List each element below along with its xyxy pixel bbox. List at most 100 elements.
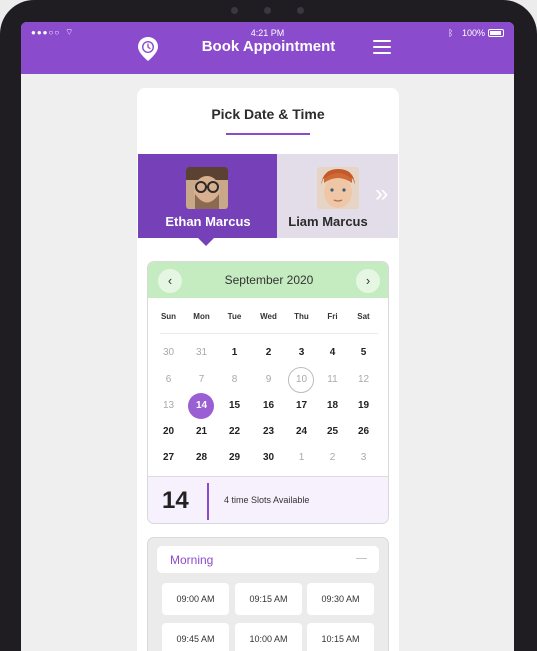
calendar-day[interactable]: 9 bbox=[252, 367, 285, 393]
calendar-day[interactable]: 3 bbox=[347, 445, 380, 471]
day-number: 15 bbox=[228, 400, 241, 411]
time-slots-panel: Morning 09:00 AM 09:15 AM 09:30 AM 09:45… bbox=[147, 537, 389, 651]
weekday-label: Thu bbox=[294, 312, 309, 321]
time-slot-button[interactable]: 09:00 AM bbox=[162, 583, 229, 615]
calendar-day[interactable]: 1 bbox=[218, 340, 251, 366]
calendar-day[interactable]: 15 bbox=[218, 393, 251, 419]
time-slot-button[interactable]: 10:00 AM bbox=[235, 623, 302, 651]
day-number: 14 bbox=[195, 400, 208, 411]
day-number: 3 bbox=[360, 452, 367, 463]
calendar-day[interactable]: 28 bbox=[185, 445, 218, 471]
calendar-day[interactable]: 1 bbox=[285, 445, 318, 471]
chevron-double-right-icon[interactable]: » bbox=[375, 180, 388, 208]
day-number: 30 bbox=[262, 452, 275, 463]
calendar-day[interactable]: 10 bbox=[285, 367, 318, 393]
weekday-divider bbox=[160, 333, 378, 334]
calendar-day[interactable]: 14 bbox=[185, 393, 218, 419]
camera-dot bbox=[264, 7, 271, 14]
day-number: 16 bbox=[262, 400, 275, 411]
day-number: 18 bbox=[326, 400, 339, 411]
calendar-day[interactable]: 18 bbox=[316, 393, 349, 419]
calendar-day[interactable]: 12 bbox=[347, 367, 380, 393]
calendar-day[interactable]: 26 bbox=[347, 419, 380, 445]
clock-pin-logo-icon[interactable] bbox=[137, 36, 159, 62]
calendar-day[interactable]: 23 bbox=[252, 419, 285, 445]
calendar-header: ‹ September 2020 › bbox=[148, 262, 388, 298]
morning-section-header[interactable]: Morning bbox=[157, 546, 379, 573]
day-number: 8 bbox=[231, 374, 238, 385]
doctor-tab-ethan[interactable]: Ethan Marcus bbox=[138, 154, 278, 246]
page-title: Book Appointment bbox=[201, 38, 336, 55]
calendar-day[interactable]: 3 bbox=[285, 340, 318, 366]
day-number: 5 bbox=[360, 347, 367, 358]
time-slot-button[interactable]: 09:15 AM bbox=[235, 583, 302, 615]
day-number: 10 bbox=[295, 374, 308, 385]
day-number: 2 bbox=[329, 452, 336, 463]
calendar-day[interactable]: 24 bbox=[285, 419, 318, 445]
weekday-label: Tue bbox=[227, 312, 242, 321]
calendar-day[interactable]: 30 bbox=[152, 340, 185, 366]
weekday-label: Mon bbox=[193, 312, 210, 321]
collapse-minus-icon[interactable] bbox=[356, 558, 367, 559]
tablet-frame: ●●●○○ ⌔ 4:21 PM ᛒ 100% Book Appointment … bbox=[0, 0, 537, 651]
avatar bbox=[317, 167, 359, 209]
next-month-button[interactable]: › bbox=[356, 269, 380, 293]
chevron-left-icon: ‹ bbox=[167, 273, 173, 288]
calendar-day[interactable]: 19 bbox=[347, 393, 380, 419]
day-number: 22 bbox=[228, 426, 241, 437]
weekday-label: Sat bbox=[357, 312, 370, 321]
doctor-name: Ethan Marcus bbox=[165, 214, 251, 229]
time-slot-button[interactable]: 09:45 AM bbox=[162, 623, 229, 651]
summary-divider bbox=[207, 483, 209, 520]
tablet-bezel bbox=[0, 0, 537, 24]
hamburger-menu-icon[interactable] bbox=[373, 40, 391, 54]
day-number: 4 bbox=[329, 347, 336, 358]
weekday-label: Fri bbox=[327, 312, 338, 321]
doctor-photo bbox=[186, 167, 228, 209]
day-number: 24 bbox=[295, 426, 308, 437]
day-number: 20 bbox=[162, 426, 175, 437]
day-number: 7 bbox=[198, 374, 205, 385]
day-number: 27 bbox=[162, 452, 175, 463]
time-slot-button[interactable]: 09:30 AM bbox=[307, 583, 374, 615]
section-title: Morning bbox=[170, 553, 214, 567]
app-header: ●●●○○ ⌔ 4:21 PM ᛒ 100% Book Appointment bbox=[21, 22, 514, 74]
calendar-day[interactable]: 6 bbox=[152, 367, 185, 393]
calendar-day[interactable]: 27 bbox=[152, 445, 185, 471]
slots-available-text: 4 time Slots Available bbox=[224, 495, 310, 505]
selected-date-summary: 14 4 time Slots Available bbox=[148, 476, 388, 523]
day-number: 6 bbox=[165, 374, 172, 385]
bluetooth-icon: ᛒ bbox=[448, 28, 454, 38]
calendar-day[interactable]: 13 bbox=[152, 393, 185, 419]
day-number: 2 bbox=[265, 347, 272, 358]
day-number: 29 bbox=[228, 452, 241, 463]
calendar-day[interactable]: 25 bbox=[316, 419, 349, 445]
day-number: 1 bbox=[231, 347, 238, 358]
sensor-dot bbox=[231, 7, 238, 14]
calendar-day[interactable]: 7 bbox=[185, 367, 218, 393]
battery-percent: 100% bbox=[462, 28, 486, 38]
calendar-day[interactable]: 17 bbox=[285, 393, 318, 419]
calendar-day[interactable]: 8 bbox=[218, 367, 251, 393]
calendar-month: September 2020 bbox=[224, 273, 314, 287]
prev-month-button[interactable]: ‹ bbox=[158, 269, 182, 293]
doctor-tab-liam[interactable]: Liam Marcus » bbox=[277, 154, 398, 238]
calendar-day[interactable]: 20 bbox=[152, 419, 185, 445]
calendar-day[interactable]: 2 bbox=[252, 340, 285, 366]
day-number: 31 bbox=[195, 347, 208, 358]
calendar-day[interactable]: 16 bbox=[252, 393, 285, 419]
calendar-day[interactable]: 21 bbox=[185, 419, 218, 445]
day-number: 13 bbox=[162, 400, 175, 411]
calendar-day[interactable]: 2 bbox=[316, 445, 349, 471]
day-number: 23 bbox=[262, 426, 275, 437]
calendar-day[interactable]: 31 bbox=[185, 340, 218, 366]
date-calendar: ‹ September 2020 › Sun Mon Tue Wed Thu F… bbox=[147, 261, 389, 524]
day-number: 30 bbox=[162, 347, 175, 358]
calendar-day[interactable]: 22 bbox=[218, 419, 251, 445]
calendar-day[interactable]: 4 bbox=[316, 340, 349, 366]
time-slot-button[interactable]: 10:15 AM bbox=[307, 623, 374, 651]
calendar-day[interactable]: 11 bbox=[316, 367, 349, 393]
calendar-day[interactable]: 29 bbox=[218, 445, 251, 471]
calendar-day[interactable]: 30 bbox=[252, 445, 285, 471]
calendar-day[interactable]: 5 bbox=[347, 340, 380, 366]
